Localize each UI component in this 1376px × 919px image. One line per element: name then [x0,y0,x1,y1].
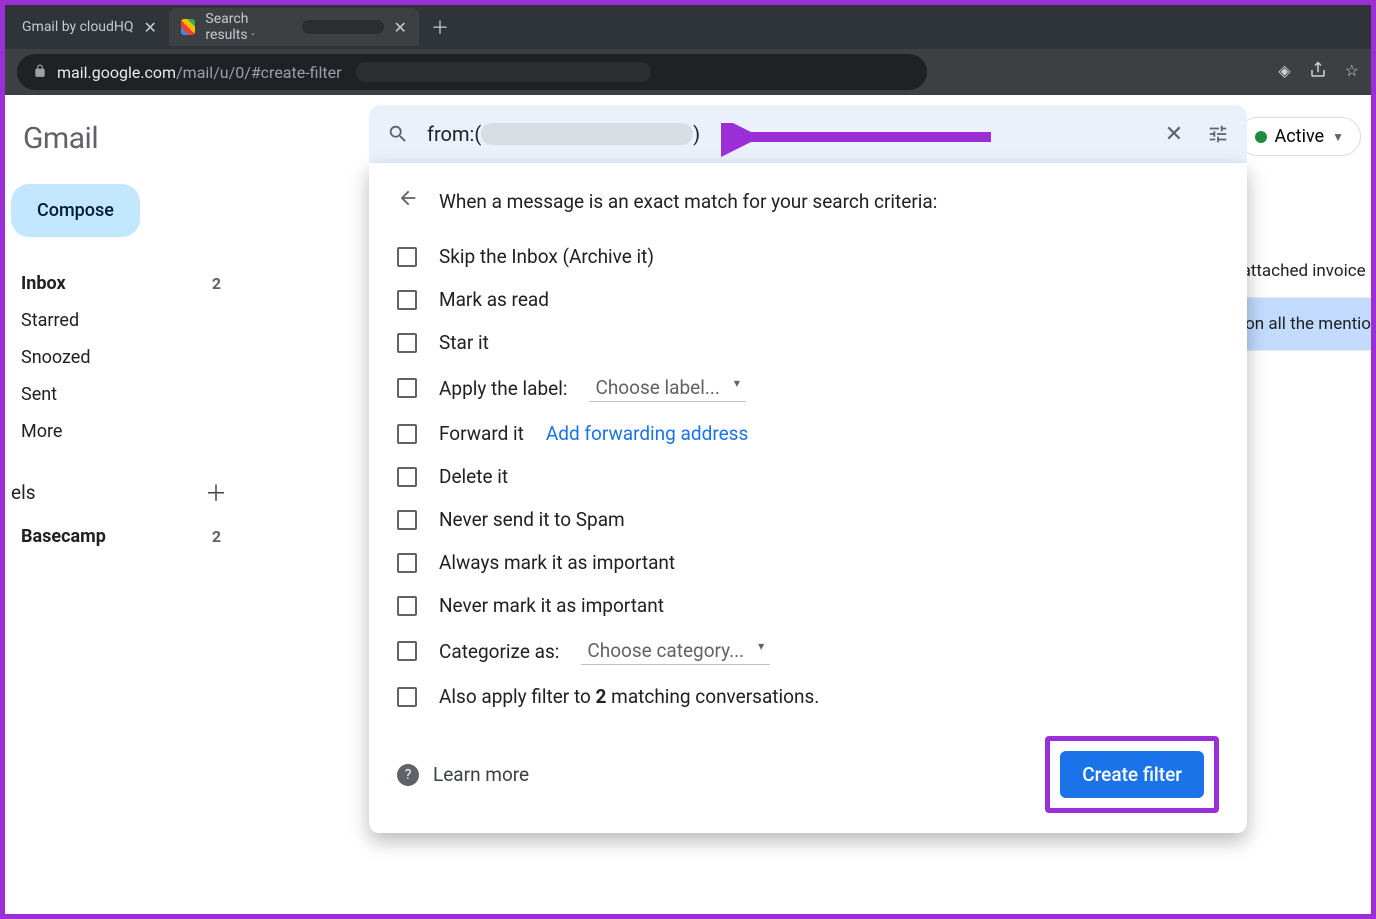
address-bar: mail.google.com/mail/u/0/#create-filter … [5,49,1371,95]
new-tab-button[interactable]: ＋ [419,14,461,40]
checkbox[interactable] [397,247,417,267]
nav-count: 2 [212,274,221,293]
search-prefix: from:( [427,122,481,146]
checkbox[interactable] [397,510,417,530]
nav-label: Sent [21,384,57,405]
option-label: Mark as read [439,288,549,311]
filter-option-apply-label[interactable]: Apply the label: Choose label... [397,364,1219,412]
labels-title: els [11,481,36,504]
checkbox[interactable] [397,333,417,353]
checkbox[interactable] [397,290,417,310]
option-label: Delete it [439,465,508,488]
filter-option-never-spam[interactable]: Never send it to Spam [397,498,1219,541]
label-count: 2 [212,527,221,546]
eye-icon[interactable]: ◈ [1278,61,1290,83]
close-icon[interactable]: ✕ [144,18,157,37]
add-forwarding-address-link[interactable]: Add forwarding address [546,422,748,445]
checkbox[interactable] [397,687,417,707]
status-label: Active [1275,126,1325,147]
option-label: Always mark it as important [439,551,675,574]
checkbox[interactable] [397,378,417,398]
filter-option-also-apply[interactable]: Also apply filter to 2 matching conversa… [397,675,1219,718]
nav-starred[interactable]: Starred [5,302,245,339]
status-dot-icon [1255,131,1267,143]
filter-option-categorize[interactable]: Categorize as: Choose category... [397,627,1219,675]
learn-more-link[interactable]: ? Learn more [397,763,529,786]
gmail-favicon [181,19,195,35]
checkbox[interactable] [397,596,417,616]
redacted-search-value [481,123,693,145]
filter-option-star[interactable]: Star it [397,321,1219,364]
lock-icon [33,63,47,82]
choose-label-dropdown[interactable]: Choose label... [589,374,745,402]
option-label: Star it [439,331,489,354]
create-filter-button[interactable]: Create filter [1060,751,1204,798]
checkbox[interactable] [397,553,417,573]
url-host: mail.google.com [57,63,176,82]
nav-more[interactable]: More [5,413,245,450]
sidebar: Gmail Compose Inbox 2 Starred Snoozed Se… [5,95,245,914]
filter-option-mark-read[interactable]: Mark as read [397,278,1219,321]
nav-snoozed[interactable]: Snoozed [5,339,245,376]
redacted-text [302,20,383,34]
nav-label: Snoozed [21,347,91,368]
option-label: Also apply filter to 2 matching conversa… [439,685,819,708]
option-label: Skip the Inbox (Archive it) [439,245,654,268]
option-label: Never mark it as important [439,594,664,617]
filter-option-always-important[interactable]: Always mark it as important [397,541,1219,584]
filter-option-skip-inbox[interactable]: Skip the Inbox (Archive it) [397,235,1219,278]
option-label: Forward it [439,422,524,445]
compose-button[interactable]: Compose [11,184,140,237]
option-label: Apply the label: [439,377,567,400]
search-input[interactable]: from:( ) [427,122,1145,146]
option-label: Categorize as: [439,640,559,663]
gmail-logo: Gmail [5,113,245,178]
help-icon: ? [397,764,419,786]
search-suffix: ) [693,122,700,146]
clear-search-icon[interactable]: ✕ [1159,119,1189,149]
label-basecamp[interactable]: Basecamp 2 [5,518,245,555]
labels-section-header: els ＋ [5,450,245,518]
browser-tab[interactable]: Search results · ✕ [169,8,419,46]
tab-title: Gmail by cloudHQ [22,19,134,35]
search-icon[interactable] [383,119,413,149]
choose-category-dropdown[interactable]: Choose category... [581,637,770,665]
nav-sent[interactable]: Sent [5,376,245,413]
add-label-icon[interactable]: ＋ [205,476,227,508]
filter-option-forward[interactable]: Forward it Add forwarding address [397,412,1219,455]
redacted-text [356,62,651,82]
close-icon[interactable]: ✕ [394,18,407,37]
url-path: /mail/u/0/#create-filter [176,63,341,82]
browser-tab-strip: Gmail by cloudHQ ✕ Search results · ✕ ＋ [5,5,1371,49]
label-name: Basecamp [21,526,106,547]
search-bar: from:( ) ✕ [369,105,1247,163]
filter-option-never-important[interactable]: Never mark it as important [397,584,1219,627]
url-input[interactable]: mail.google.com/mail/u/0/#create-filter [17,54,927,90]
chevron-down-icon: ▼ [1332,130,1344,144]
checkbox[interactable] [397,424,417,444]
option-label: Never send it to Spam [439,508,625,531]
status-dropdown[interactable]: Active ▼ [1238,117,1361,156]
nav-label: Inbox [21,273,66,294]
search-options-icon[interactable] [1203,119,1233,149]
back-arrow-icon[interactable] [397,187,419,215]
tab-title: Search results · [205,11,292,43]
nav-inbox[interactable]: Inbox 2 [5,265,245,302]
browser-tab[interactable]: Gmail by cloudHQ ✕ [10,8,169,46]
checkbox[interactable] [397,467,417,487]
learn-more-label: Learn more [433,763,529,786]
annotation-highlight: Create filter [1045,736,1219,813]
checkbox[interactable] [397,641,417,661]
filter-option-delete[interactable]: Delete it [397,455,1219,498]
nav-label: More [21,421,62,442]
nav-label: Starred [21,310,79,331]
share-icon[interactable] [1309,61,1327,83]
create-filter-panel: When a message is an exact match for you… [369,163,1247,833]
star-icon[interactable]: ☆ [1345,61,1359,83]
filter-panel-heading: When a message is an exact match for you… [439,190,937,213]
